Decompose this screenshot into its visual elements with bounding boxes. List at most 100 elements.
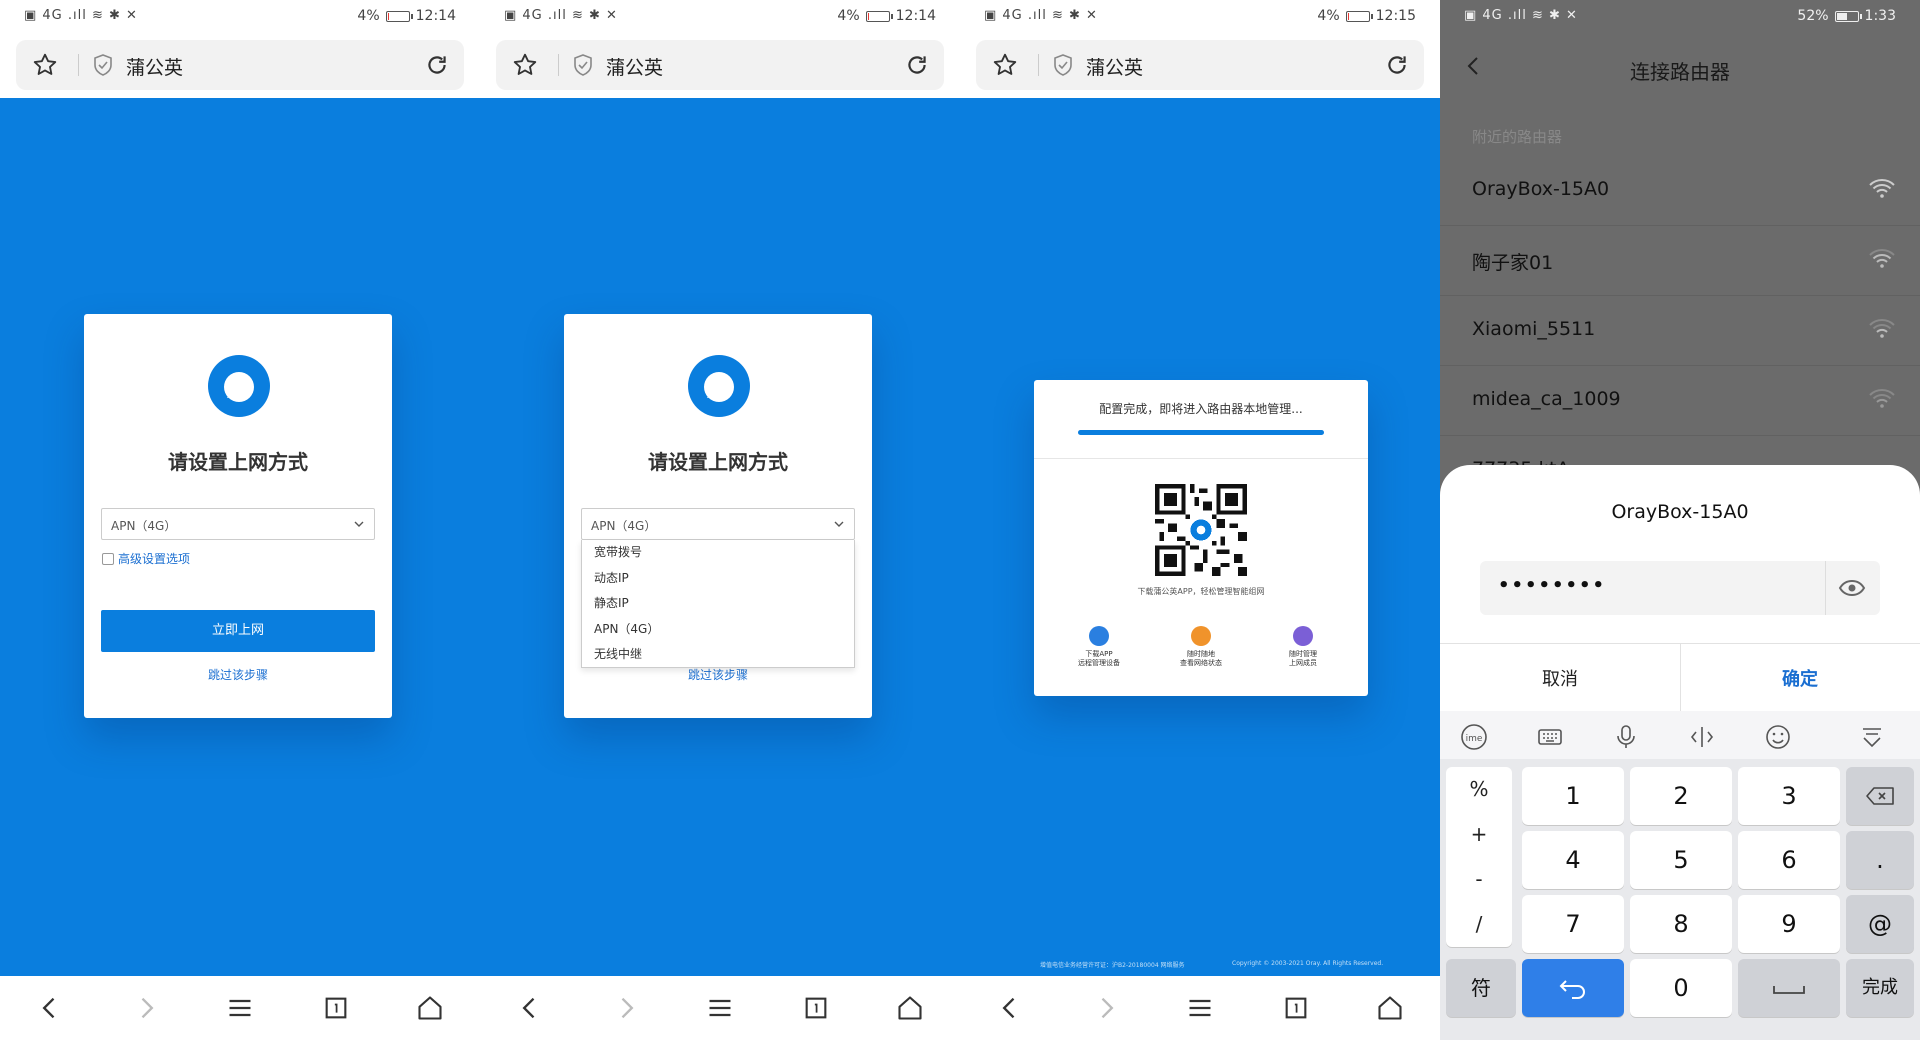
key-at[interactable]: @ — [1846, 895, 1914, 953]
wifi-name: Xiaomi_5511 — [1472, 318, 1595, 340]
key-digit[interactable]: 6 — [1738, 831, 1840, 889]
phone-icon — [1089, 626, 1109, 646]
dropdown-option[interactable]: APN（4G） — [582, 617, 854, 643]
footer-license: 增值电信业务经营许可证：沪B2-20180004 网络服务 — [1040, 960, 1185, 969]
card-title: 请设置上网方式 — [84, 446, 392, 475]
skip-link[interactable]: 跳过该步骤 — [564, 666, 872, 683]
backspace-key[interactable] — [1846, 767, 1914, 825]
key-digit[interactable]: 7 — [1522, 895, 1624, 953]
star-icon[interactable] — [992, 52, 1018, 78]
key-digit[interactable]: 9 — [1738, 895, 1840, 953]
status-bar: ▣ 4G .ıll ≋ ✱ ✕ 4%12:14 — [480, 0, 960, 34]
battery-fill — [868, 13, 869, 20]
page-header: 连接路由器 — [1440, 34, 1920, 100]
confirm-button[interactable]: 确定 — [1680, 665, 1920, 691]
battery-percent: 4% — [1317, 8, 1339, 24]
key-symbol[interactable]: + — [1446, 812, 1512, 857]
wifi-network-row[interactable]: Xiaomi_5511 — [1440, 296, 1920, 366]
site-name: 蒲公英 — [606, 53, 663, 80]
menu-icon[interactable] — [1186, 994, 1214, 1022]
done-key[interactable]: 完成 — [1846, 959, 1914, 1017]
address-bar[interactable]: 蒲公英 — [976, 40, 1424, 90]
key-digit[interactable]: 8 — [1630, 895, 1732, 953]
site-name: 蒲公英 — [1086, 53, 1143, 80]
key-digit[interactable]: 0 — [1630, 959, 1732, 1017]
status-bar: ▣ 4G .ıll ≋ ✱ ✕ 4%12:15 — [960, 0, 1440, 34]
home-icon[interactable] — [416, 994, 444, 1022]
connection-type-select[interactable]: APN（4G） — [581, 508, 855, 540]
web-content: 请设置上网方式 APN（4G） 跳过该步骤 宽带拨号 动态IP 静态IP APN… — [480, 98, 960, 976]
battery-icon — [1346, 11, 1370, 22]
dropdown-option[interactable]: 静态IP — [582, 591, 854, 617]
home-icon[interactable] — [896, 994, 924, 1022]
advanced-checkbox[interactable] — [102, 553, 114, 565]
key-digit[interactable]: 5 — [1630, 831, 1732, 889]
reload-icon[interactable] — [904, 52, 930, 78]
wifi-network-row[interactable]: 陶子家01 — [1440, 226, 1920, 296]
tabs-icon[interactable] — [322, 994, 350, 1022]
emoji-icon[interactable] — [1764, 723, 1792, 751]
users-icon — [1293, 626, 1313, 646]
battery-icon — [386, 11, 410, 22]
star-icon[interactable] — [512, 52, 538, 78]
menu-icon[interactable] — [706, 994, 734, 1022]
forward-icon[interactable] — [132, 994, 160, 1022]
forward-icon[interactable] — [612, 994, 640, 1022]
dropdown-option[interactable]: 宽带拨号 — [582, 540, 854, 566]
keyboard-icon[interactable] — [1536, 723, 1564, 751]
dropdown-option[interactable]: 无线中继 — [582, 642, 854, 668]
wifi-name: midea_ca_1009 — [1472, 388, 1621, 410]
skip-link[interactable]: 跳过该步骤 — [84, 666, 392, 683]
cursor-move-icon[interactable] — [1688, 723, 1716, 751]
cancel-button[interactable]: 取消 — [1440, 665, 1680, 691]
back-icon[interactable] — [36, 994, 64, 1022]
wifi-network-row[interactable]: OrayBox-15A0 — [1440, 156, 1920, 226]
password-field[interactable]: •••••••• — [1480, 561, 1880, 615]
page-title: 连接路由器 — [1440, 56, 1920, 85]
key-digit[interactable]: 4 — [1522, 831, 1624, 889]
return-key[interactable] — [1522, 959, 1624, 1017]
pgy-logo-icon — [687, 354, 751, 418]
tabs-icon[interactable] — [802, 994, 830, 1022]
wifi-network-row[interactable]: midea_ca_1009 — [1440, 366, 1920, 436]
tabs-icon[interactable] — [1282, 994, 1310, 1022]
space-key[interactable] — [1738, 959, 1840, 1017]
connection-type-select[interactable]: APN（4G） — [101, 508, 375, 540]
forward-icon[interactable] — [1092, 994, 1120, 1022]
key-dot[interactable]: . — [1846, 831, 1914, 889]
key-symbol[interactable]: / — [1446, 902, 1512, 947]
keyboard-toolbar: ime — [1440, 711, 1920, 759]
dropdown-option[interactable]: 动态IP — [582, 566, 854, 592]
ime-icon[interactable]: ime — [1460, 723, 1488, 751]
connect-button[interactable]: 立即上网 — [101, 610, 375, 652]
microphone-icon[interactable] — [1612, 723, 1640, 751]
back-icon[interactable] — [516, 994, 544, 1022]
reload-icon[interactable] — [424, 52, 450, 78]
key-symbol[interactable]: % — [1446, 767, 1512, 812]
menu-icon[interactable] — [226, 994, 254, 1022]
screen-login-dropdown: ▣ 4G .ıll ≋ ✱ ✕ 4%12:14 蒲公英 请设置上网方式 APN（… — [480, 0, 960, 1040]
eye-icon[interactable] — [1838, 576, 1866, 600]
numeric-keyboard: ime % + - / 1 2 3 4 5 6 . 7 8 9 @ 符 — [1440, 711, 1920, 1040]
qr-caption: 下载蒲公英APP，轻松管理智能组网 — [1034, 586, 1368, 597]
back-icon[interactable] — [996, 994, 1024, 1022]
shield-icon — [1052, 53, 1074, 77]
shield-icon — [92, 53, 114, 77]
chevron-down-icon — [353, 518, 365, 530]
key-digit[interactable]: 3 — [1738, 767, 1840, 825]
pgy-logo-icon — [207, 354, 271, 418]
key-symbol[interactable]: - — [1446, 857, 1512, 902]
key-digit[interactable]: 2 — [1630, 767, 1732, 825]
star-icon[interactable] — [32, 52, 58, 78]
reload-icon[interactable] — [1384, 52, 1410, 78]
footer-copyright: Copyright © 2003-2021 Oray. All Rights R… — [1232, 960, 1383, 967]
key-digit[interactable]: 1 — [1522, 767, 1624, 825]
home-icon[interactable] — [1376, 994, 1404, 1022]
hide-keyboard-icon[interactable] — [1858, 723, 1886, 751]
status-icons: ▣ 4G .ıll ≋ ✱ ✕ — [984, 8, 1098, 23]
address-bar[interactable]: 蒲公英 — [496, 40, 944, 90]
address-bar[interactable]: 蒲公英 — [16, 40, 464, 90]
symbol-mode-key[interactable]: 符 — [1446, 959, 1516, 1017]
advanced-options[interactable]: 高级设置选项 — [102, 550, 190, 567]
password-value: •••••••• — [1498, 575, 1606, 596]
